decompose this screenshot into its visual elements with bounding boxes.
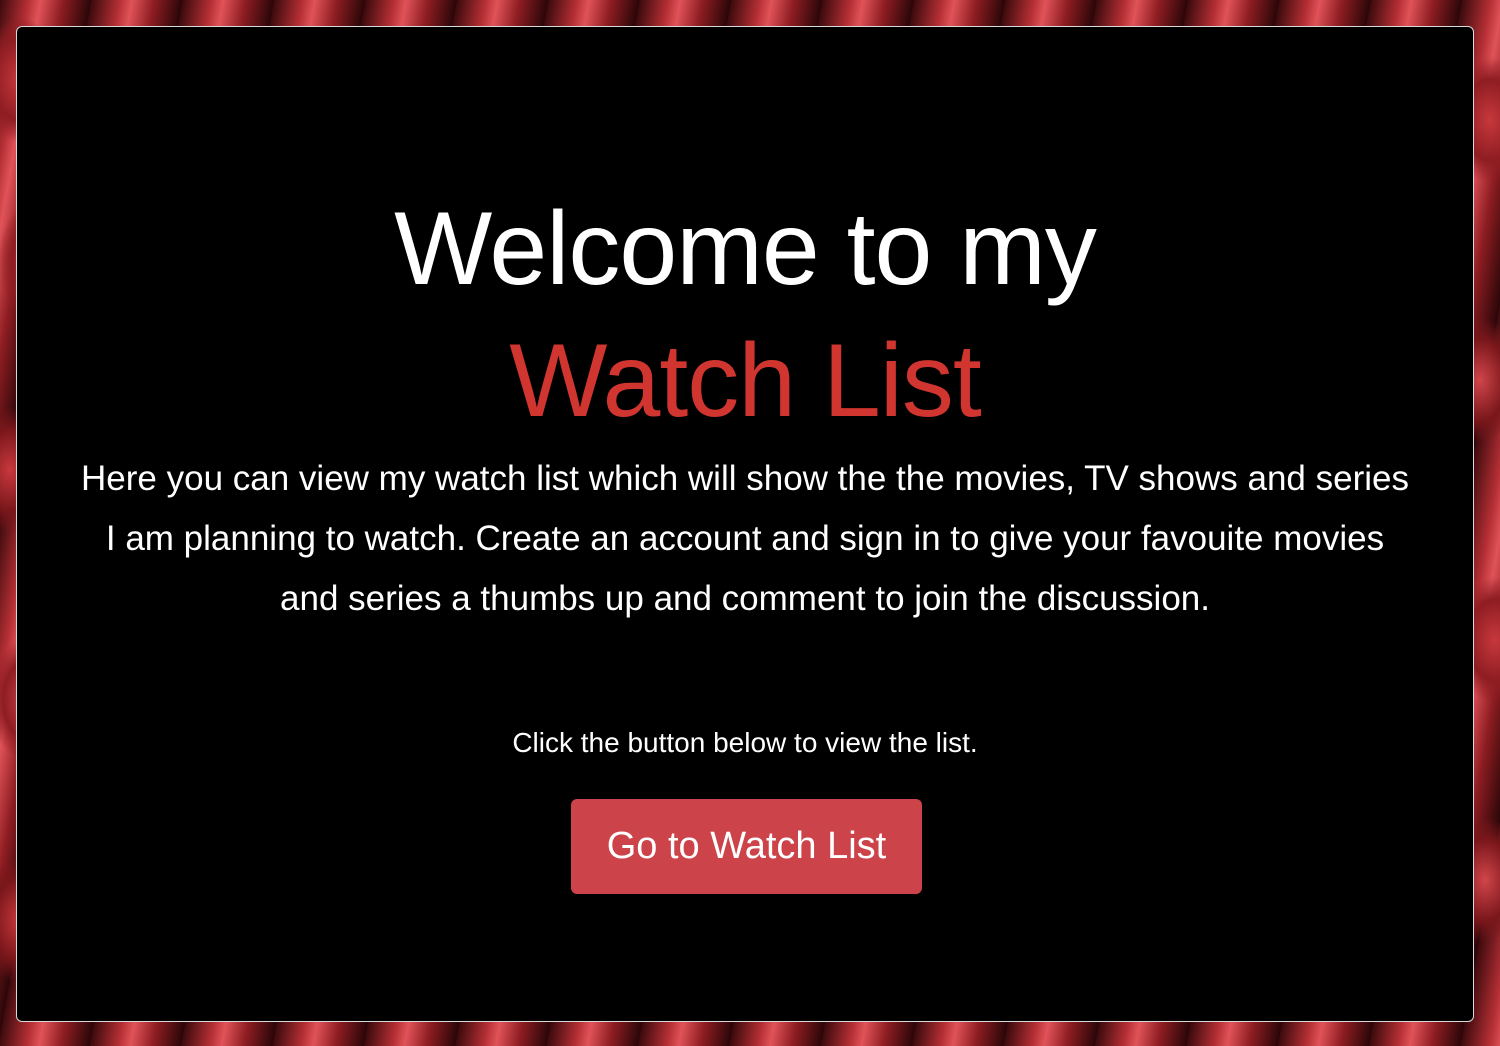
intro-text: Here you can view my watch list which wi… — [81, 459, 1409, 618]
page-title-watch-list: Watch List — [509, 323, 982, 439]
page-title-welcome: Welcome to my — [394, 191, 1097, 307]
welcome-panel: Welcome to my Watch List Here you can vi… — [16, 26, 1474, 1022]
instruction-text: Click the button below to view the list. — [512, 727, 978, 758]
go-to-watch-list-button[interactable]: Go to Watch List — [571, 799, 922, 894]
